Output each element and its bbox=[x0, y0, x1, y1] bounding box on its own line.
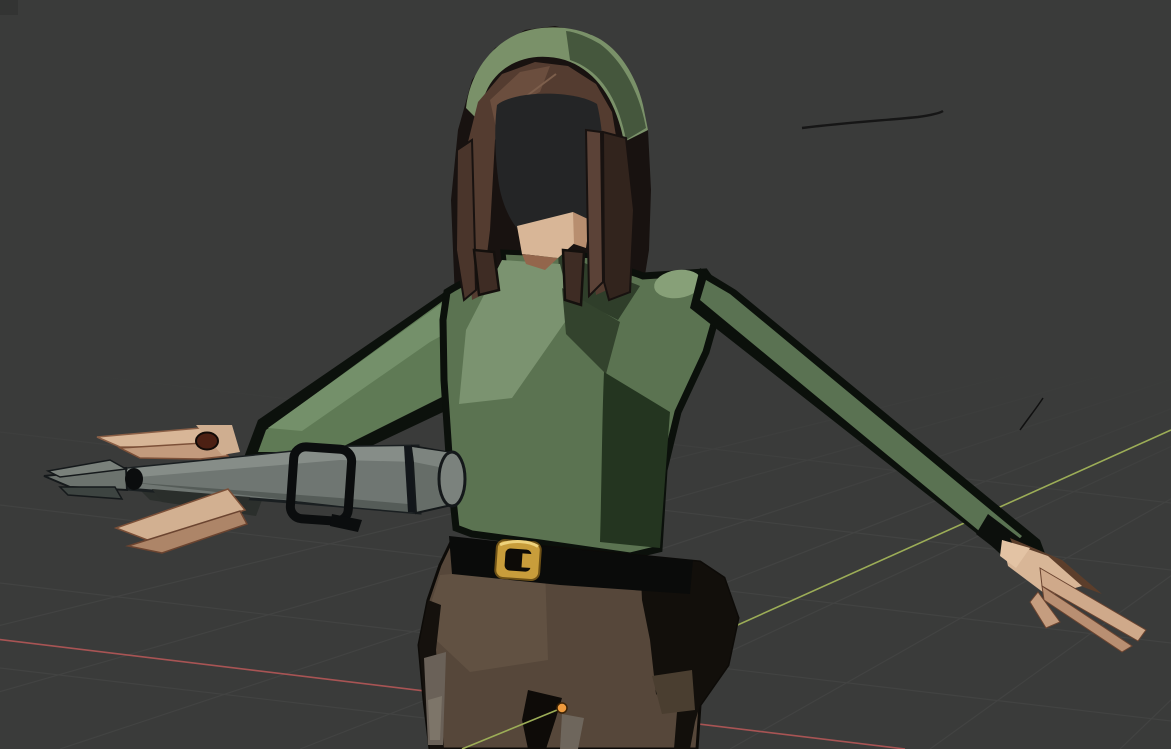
head bbox=[456, 27, 648, 305]
strand-chest-right bbox=[563, 250, 584, 305]
left-leg-side-light bbox=[428, 696, 442, 740]
origin-dot[interactable] bbox=[557, 703, 567, 713]
belt-buckle bbox=[495, 540, 542, 581]
thumb-hole bbox=[196, 433, 218, 450]
strand-right-1 bbox=[586, 130, 603, 296]
strand-chest-left bbox=[474, 250, 499, 295]
viewport-canvas[interactable] bbox=[0, 0, 1171, 749]
3d-viewport[interactable] bbox=[0, 0, 1171, 749]
stock-cap bbox=[439, 452, 465, 506]
corner-shade bbox=[0, 0, 18, 15]
barrel-joint bbox=[125, 468, 143, 490]
